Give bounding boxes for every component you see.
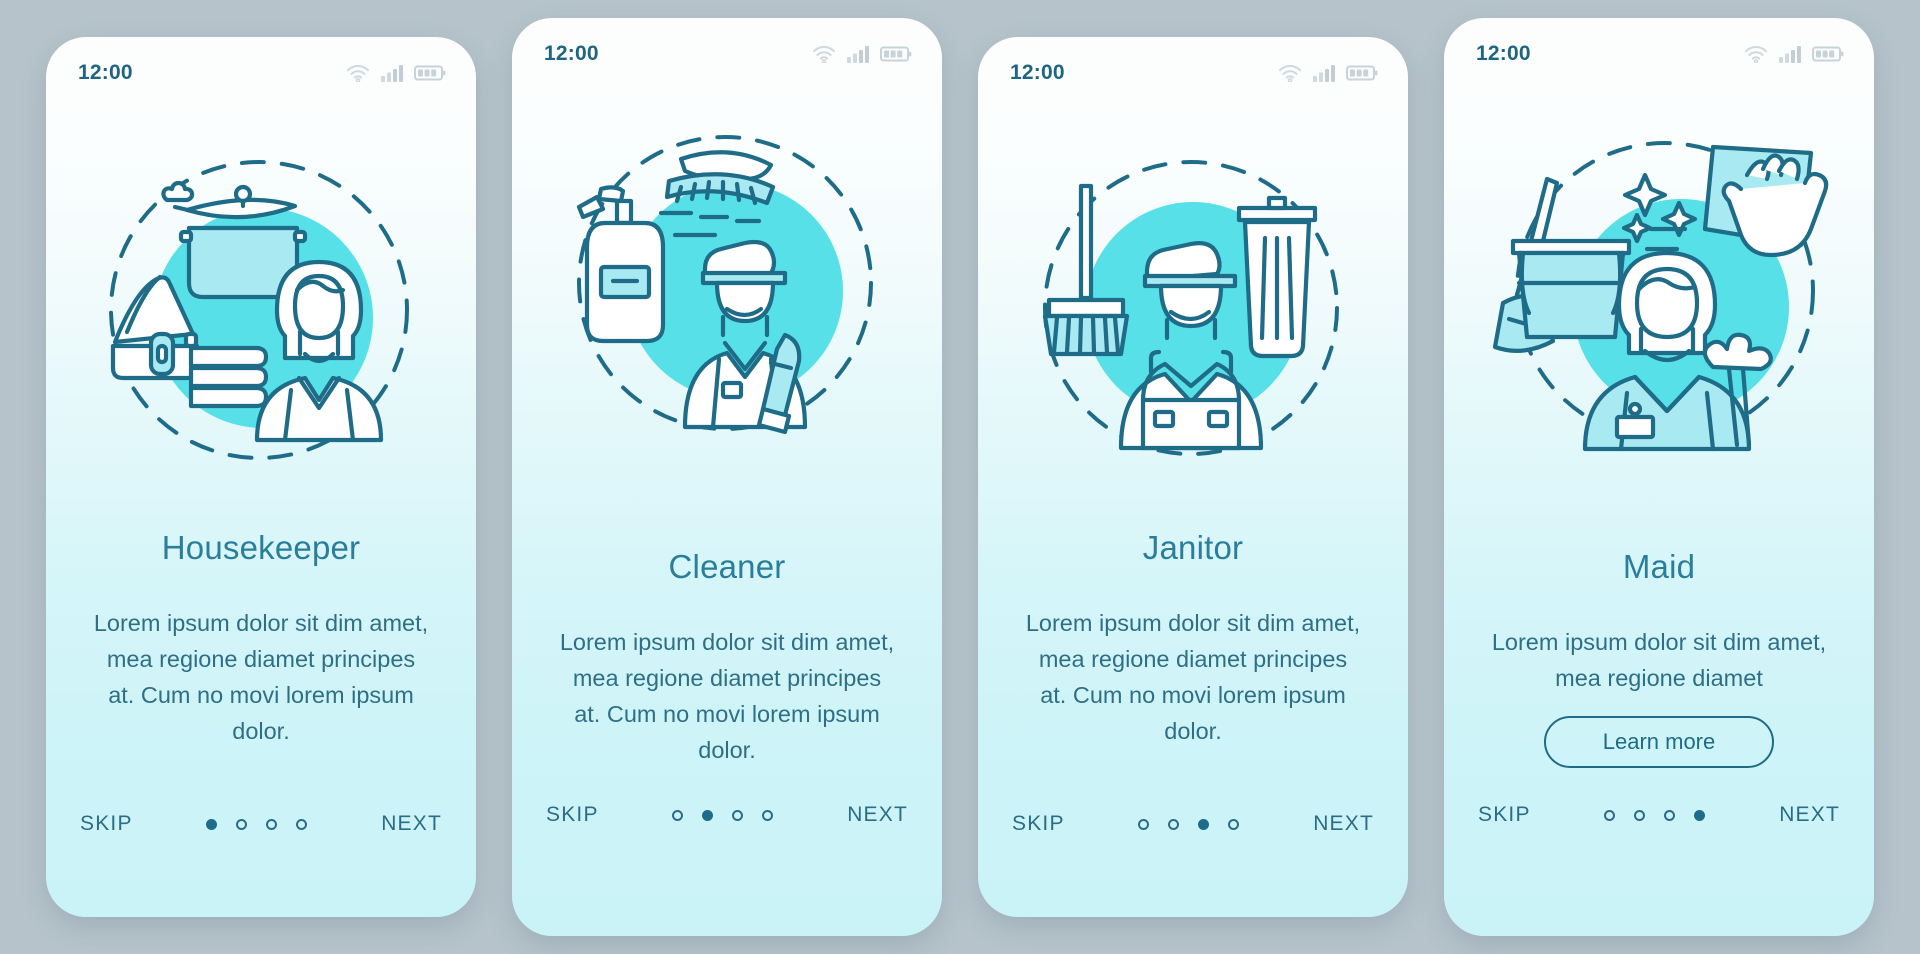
- status-icons: [346, 64, 446, 82]
- status-icons: [1744, 45, 1844, 63]
- pagination-dot-4[interactable]: [1694, 809, 1706, 821]
- pagination-dots: [1604, 809, 1706, 821]
- next-button[interactable]: NEXT: [1313, 812, 1374, 836]
- onboarding-footer: SKIP NEXT: [80, 812, 442, 836]
- cellular-signal-icon: [1778, 45, 1802, 63]
- learn-more-button[interactable]: Learn more: [1544, 716, 1774, 768]
- pagination-dot-1[interactable]: [672, 809, 684, 821]
- wifi-icon: [812, 45, 836, 63]
- status-bar: 12:00: [978, 37, 1408, 109]
- cleaner-illustration: [512, 96, 942, 496]
- wifi-icon: [346, 64, 370, 82]
- page-description: Lorem ipsum dolor sit dim amet, mea regi…: [559, 629, 895, 763]
- page-title: Cleaner: [668, 548, 786, 585]
- battery-icon: [1346, 64, 1378, 82]
- next-button[interactable]: NEXT: [381, 812, 442, 836]
- status-clock: 12:00: [544, 42, 599, 65]
- status-bar: 12:00: [512, 18, 942, 90]
- pagination-dot-2[interactable]: [1168, 818, 1180, 830]
- pagination-dot-1[interactable]: [206, 818, 218, 830]
- wifi-icon: [1278, 64, 1302, 82]
- skip-button[interactable]: SKIP: [1012, 812, 1065, 836]
- status-clock: 12:00: [1010, 61, 1065, 84]
- skip-button[interactable]: SKIP: [546, 803, 599, 827]
- pagination-dot-3[interactable]: [1664, 809, 1676, 821]
- pagination-dot-1[interactable]: [1138, 818, 1150, 830]
- page-title: Janitor: [1142, 529, 1244, 566]
- cellular-signal-icon: [380, 64, 404, 82]
- pagination-dot-4[interactable]: [296, 818, 308, 830]
- next-button[interactable]: NEXT: [847, 803, 908, 827]
- housekeeper-illustration: [46, 115, 476, 515]
- pagination-dot-3[interactable]: [732, 809, 744, 821]
- skip-button[interactable]: SKIP: [80, 812, 133, 836]
- onboarding-footer: SKIP NEXT: [1478, 803, 1840, 827]
- pagination-dot-4[interactable]: [762, 809, 774, 821]
- wifi-icon: [1744, 45, 1768, 63]
- status-clock: 12:00: [1476, 42, 1531, 65]
- battery-icon: [414, 64, 446, 82]
- onboarding-screens-stage: 12:00 Housekeeper Lorem ipsum dolor sit …: [0, 0, 1920, 954]
- phone-screen-maid: 12:00 Maid Lorem ipsum dolor sit dim ame…: [1444, 18, 1874, 936]
- phone-screen-housekeeper: 12:00 Housekeeper Lorem ipsum dolor sit …: [46, 37, 476, 917]
- battery-icon: [880, 45, 912, 63]
- pagination-dots: [206, 818, 308, 830]
- skip-button[interactable]: SKIP: [1478, 803, 1531, 827]
- status-icons: [1278, 64, 1378, 82]
- page-title: Housekeeper: [161, 529, 361, 566]
- pagination-dot-2[interactable]: [702, 809, 714, 821]
- pagination-dot-2[interactable]: [236, 818, 248, 830]
- onboarding-footer: SKIP NEXT: [1012, 812, 1374, 836]
- status-bar: 12:00: [1444, 18, 1874, 90]
- pagination-dot-3[interactable]: [1198, 818, 1210, 830]
- status-clock: 12:00: [78, 61, 133, 84]
- pagination-dot-3[interactable]: [266, 818, 278, 830]
- page-description: Lorem ipsum dolor sit dim amet, mea regi…: [1025, 610, 1361, 744]
- status-icons: [812, 45, 912, 63]
- pagination-dots: [1138, 818, 1240, 830]
- onboarding-footer: SKIP NEXT: [546, 803, 908, 827]
- page-description: Lorem ipsum dolor sit dim amet, mea regi…: [1491, 629, 1827, 691]
- pagination-dot-4[interactable]: [1228, 818, 1240, 830]
- maid-illustration: [1444, 96, 1874, 496]
- battery-icon: [1812, 45, 1844, 63]
- page-description: Lorem ipsum dolor sit dim amet, mea regi…: [93, 610, 429, 744]
- status-bar: 12:00: [46, 37, 476, 109]
- next-button[interactable]: NEXT: [1779, 803, 1840, 827]
- pagination-dot-2[interactable]: [1634, 809, 1646, 821]
- phone-screen-cleaner: 12:00 Cleaner Lorem ipsum dolor sit dim …: [512, 18, 942, 936]
- janitor-illustration: [978, 115, 1408, 515]
- cellular-signal-icon: [846, 45, 870, 63]
- pagination-dot-1[interactable]: [1604, 809, 1616, 821]
- phone-screen-janitor: 12:00 Janitor Lorem ipsum dolor sit dim …: [978, 37, 1408, 917]
- pagination-dots: [672, 809, 774, 821]
- page-title: Maid: [1622, 548, 1696, 585]
- cellular-signal-icon: [1312, 64, 1336, 82]
